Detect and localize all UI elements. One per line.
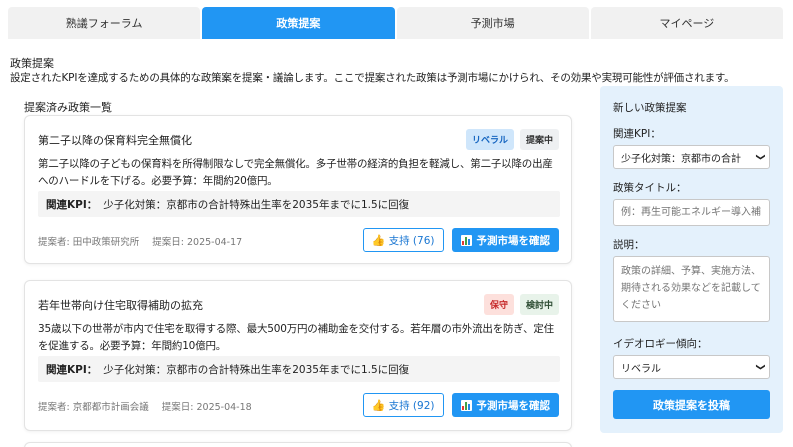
policy-actions: 👍 支持 (76) 予測市場を確認 xyxy=(362,228,559,252)
description-label: 説明： xyxy=(613,239,645,251)
view-market-button[interactable]: 予測市場を確認 xyxy=(451,393,559,417)
policy-title-label: 政策タイトル： xyxy=(613,182,687,194)
policy-actions: 👍 支持 (92) 予測市場を確認 xyxy=(362,393,559,417)
tab-forum[interactable]: 熟議フォーラム xyxy=(8,7,201,39)
proposer: 提案者: 京都都市計画会議 xyxy=(38,402,149,413)
policy-card: 第二子以降の保育料完全無償化 リベラル 提案中 第二子以降の子どもの保育料を所得… xyxy=(24,115,572,264)
proposal-date: 提案日: 2025-04-18 xyxy=(161,402,252,413)
ideology-select-value: リベラル xyxy=(621,363,661,375)
status-badge: 検討中 xyxy=(519,294,559,315)
support-button[interactable]: 👍 支持 (76) xyxy=(362,228,444,252)
page-description: 設定されたKPIを達成するための具体的な政策案を提案・議論します。ここで提案され… xyxy=(10,72,735,84)
view-market-label: 予測市場を確認 xyxy=(476,399,551,412)
policy-badges: リベラル 提案中 xyxy=(465,129,559,150)
related-kpi: 関連KPI： 少子化対策：京都市の合計特殊出生率を2035年までに1.5に回復 xyxy=(38,191,560,217)
tab-policy-proposal[interactable]: 政策提案 xyxy=(202,7,395,39)
related-kpi-value: 少子化対策：京都市の合計特殊出生率を2035年までに1.5に回復 xyxy=(103,198,410,211)
ideology-select-label: イデオロギー傾向： xyxy=(613,338,708,350)
main-tabs: 熟議フォーラム 政策提案 予測市場 マイページ xyxy=(8,7,783,39)
policy-meta: 提案者: 京都都市計画会議 提案日: 2025-04-18 xyxy=(38,399,252,413)
policy-card: 若年世帯向け住宅取得補助の拡充 保守 検討中 35歳以下の世帯が市内で住宅を取得… xyxy=(24,280,572,431)
kpi-select-label: 関連KPI： xyxy=(613,128,661,140)
policy-title: 第二子以降の保育料完全無償化 xyxy=(38,134,192,147)
tab-my-page[interactable]: マイページ xyxy=(590,7,783,39)
support-count: 支持 (76) xyxy=(388,234,435,247)
related-kpi-label: 関連KPI： xyxy=(46,198,98,211)
proposal-date: 提案日: 2025-04-17 xyxy=(152,237,243,248)
proposal-list-title: 提案済み政策一覧 xyxy=(24,101,112,114)
thumbs-up-icon: 👍 xyxy=(371,398,386,412)
description-textarea[interactable] xyxy=(613,256,770,322)
submit-proposal-button[interactable]: 政策提案を投稿 xyxy=(613,390,770,419)
view-market-label: 予測市場を確認 xyxy=(476,234,551,247)
policy-description: 第二子以降の子どもの保育料を所得制限なしで完全無償化。多子世帯の経済的負担を軽減… xyxy=(38,158,553,187)
related-kpi-value: 少子化対策：京都市の合計特殊出生率を2035年までに1.5に回復 xyxy=(103,363,410,376)
thumbs-up-icon: 👍 xyxy=(371,233,386,247)
support-count: 支持 (92) xyxy=(388,399,435,412)
ideology-badge: リベラル xyxy=(465,129,514,150)
status-badge: 提案中 xyxy=(519,129,559,150)
related-kpi: 関連KPI： 少子化対策：京都市の合計特殊出生率を2035年までに1.5に回復 xyxy=(38,356,560,382)
tab-prediction-market[interactable]: 予測市場 xyxy=(396,7,589,39)
bar-chart-icon xyxy=(460,234,472,246)
policy-description: 35歳以下の世帯が市内で住宅を取得する際、最大500万円の補助金を交付する。若年… xyxy=(38,323,554,352)
policy-badges: 保守 検討中 xyxy=(483,294,559,315)
bar-chart-icon xyxy=(460,399,472,411)
page-title: 政策提案 xyxy=(10,57,54,70)
support-button[interactable]: 👍 支持 (92) xyxy=(362,393,444,417)
policy-card xyxy=(24,442,572,447)
policy-meta: 提案者: 田中政策研究所 提案日: 2025-04-17 xyxy=(38,234,242,248)
ideology-badge: 保守 xyxy=(483,294,514,315)
new-proposal-form: 新しい政策提案 関連KPI： 少子化対策：京都市の合計 ❯ 政策タイトル： 説明… xyxy=(600,86,783,433)
kpi-select-value: 少子化対策：京都市の合計 xyxy=(621,153,741,165)
related-kpi-label: 関連KPI： xyxy=(46,363,98,376)
chevron-down-icon: ❯ xyxy=(755,363,766,371)
kpi-select[interactable]: 少子化対策：京都市の合計 ❯ xyxy=(613,145,770,169)
proposer: 提案者: 田中政策研究所 xyxy=(38,237,140,248)
policy-title-input[interactable] xyxy=(613,199,770,226)
chevron-down-icon: ❯ xyxy=(755,153,766,161)
policy-title: 若年世帯向け住宅取得補助の拡充 xyxy=(38,299,203,312)
view-market-button[interactable]: 予測市場を確認 xyxy=(451,228,559,252)
form-title: 新しい政策提案 xyxy=(613,102,687,114)
ideology-select[interactable]: リベラル ❯ xyxy=(613,355,770,379)
